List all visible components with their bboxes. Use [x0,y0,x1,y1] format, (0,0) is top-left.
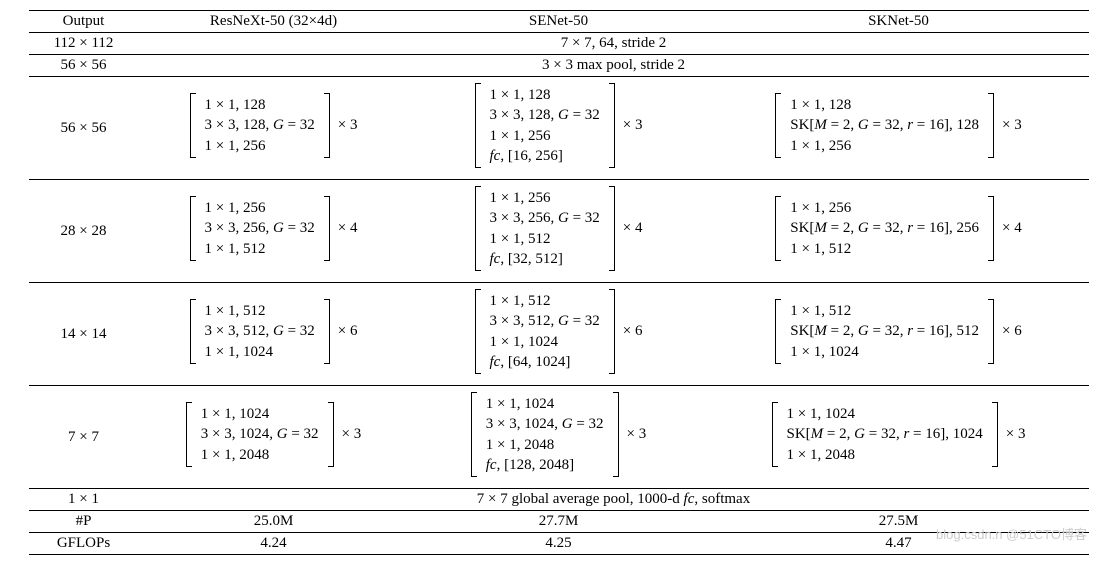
gflops-resnext: 4.24 [139,533,409,555]
col-senet: SENet-50 [409,11,709,33]
stage-output: 28 × 28 [29,180,139,283]
sknet-block: 1 × 1, 256 SK[M = 2, G = 32, r = 16], 25… [709,180,1089,283]
gflops-label: GFLOPs [29,533,139,555]
head-output: 1 × 1 [29,489,139,511]
architecture-table: Output ResNeXt-50 (32×4d) SENet-50 SKNet… [29,10,1089,555]
gflops-row: GFLOPs 4.24 4.25 4.47 [29,533,1089,555]
resnext-block: 1 × 1, 128 3 × 3, 128, G = 32 1 × 1, 256… [139,77,409,180]
sknet-block: 1 × 1, 512 SK[M = 2, G = 32, r = 16], 51… [709,283,1089,386]
params-resnext: 25.0M [139,511,409,533]
params-senet: 27.7M [409,511,709,533]
col-resnext: ResNeXt-50 (32×4d) [139,11,409,33]
gflops-sknet: 4.47 [709,533,1089,555]
resnext-block: 1 × 1, 1024 3 × 3, 1024, G = 32 1 × 1, 2… [139,386,409,489]
pool-op: 3 × 3 max pool, stride 2 [139,55,1089,77]
stem-output: 112 × 112 [29,33,139,55]
stage-output: 14 × 14 [29,283,139,386]
senet-block: 1 × 1, 512 3 × 3, 512, G = 32 1 × 1, 102… [409,283,709,386]
pool-output: 56 × 56 [29,55,139,77]
pool-row: 56 × 56 3 × 3 max pool, stride 2 [29,55,1089,77]
stem-op: 7 × 7, 64, stride 2 [139,33,1089,55]
gflops-senet: 4.25 [409,533,709,555]
stage-row: 14 × 14 1 × 1, 512 3 × 3, 512, G = 32 1 … [29,283,1089,386]
params-sknet: 27.5M [709,511,1089,533]
stem-row: 112 × 112 7 × 7, 64, stride 2 [29,33,1089,55]
senet-block: 1 × 1, 1024 3 × 3, 1024, G = 32 1 × 1, 2… [409,386,709,489]
stage-output: 7 × 7 [29,386,139,489]
sknet-block: 1 × 1, 1024 SK[M = 2, G = 32, r = 16], 1… [709,386,1089,489]
senet-block: 1 × 1, 128 3 × 3, 128, G = 32 1 × 1, 256… [409,77,709,180]
params-label: #P [29,511,139,533]
senet-block: 1 × 1, 256 3 × 3, 256, G = 32 1 × 1, 512… [409,180,709,283]
col-sknet: SKNet-50 [709,11,1089,33]
sknet-block: 1 × 1, 128 SK[M = 2, G = 32, r = 16], 12… [709,77,1089,180]
head-row: 1 × 1 7 × 7 global average pool, 1000-d … [29,489,1089,511]
stage-output: 56 × 56 [29,77,139,180]
stage-row: 7 × 7 1 × 1, 1024 3 × 3, 1024, G = 32 1 … [29,386,1089,489]
resnext-block: 1 × 1, 256 3 × 3, 256, G = 32 1 × 1, 512… [139,180,409,283]
col-output: Output [29,11,139,33]
head-op: 7 × 7 global average pool, 1000-d fc, so… [139,489,1089,511]
params-row: #P 25.0M 27.7M 27.5M [29,511,1089,533]
resnext-block: 1 × 1, 512 3 × 3, 512, G = 32 1 × 1, 102… [139,283,409,386]
stage-row: 56 × 56 1 × 1, 128 3 × 3, 128, G = 32 1 … [29,77,1089,180]
stage-row: 28 × 28 1 × 1, 256 3 × 3, 256, G = 32 1 … [29,180,1089,283]
table-header-row: Output ResNeXt-50 (32×4d) SENet-50 SKNet… [29,11,1089,33]
